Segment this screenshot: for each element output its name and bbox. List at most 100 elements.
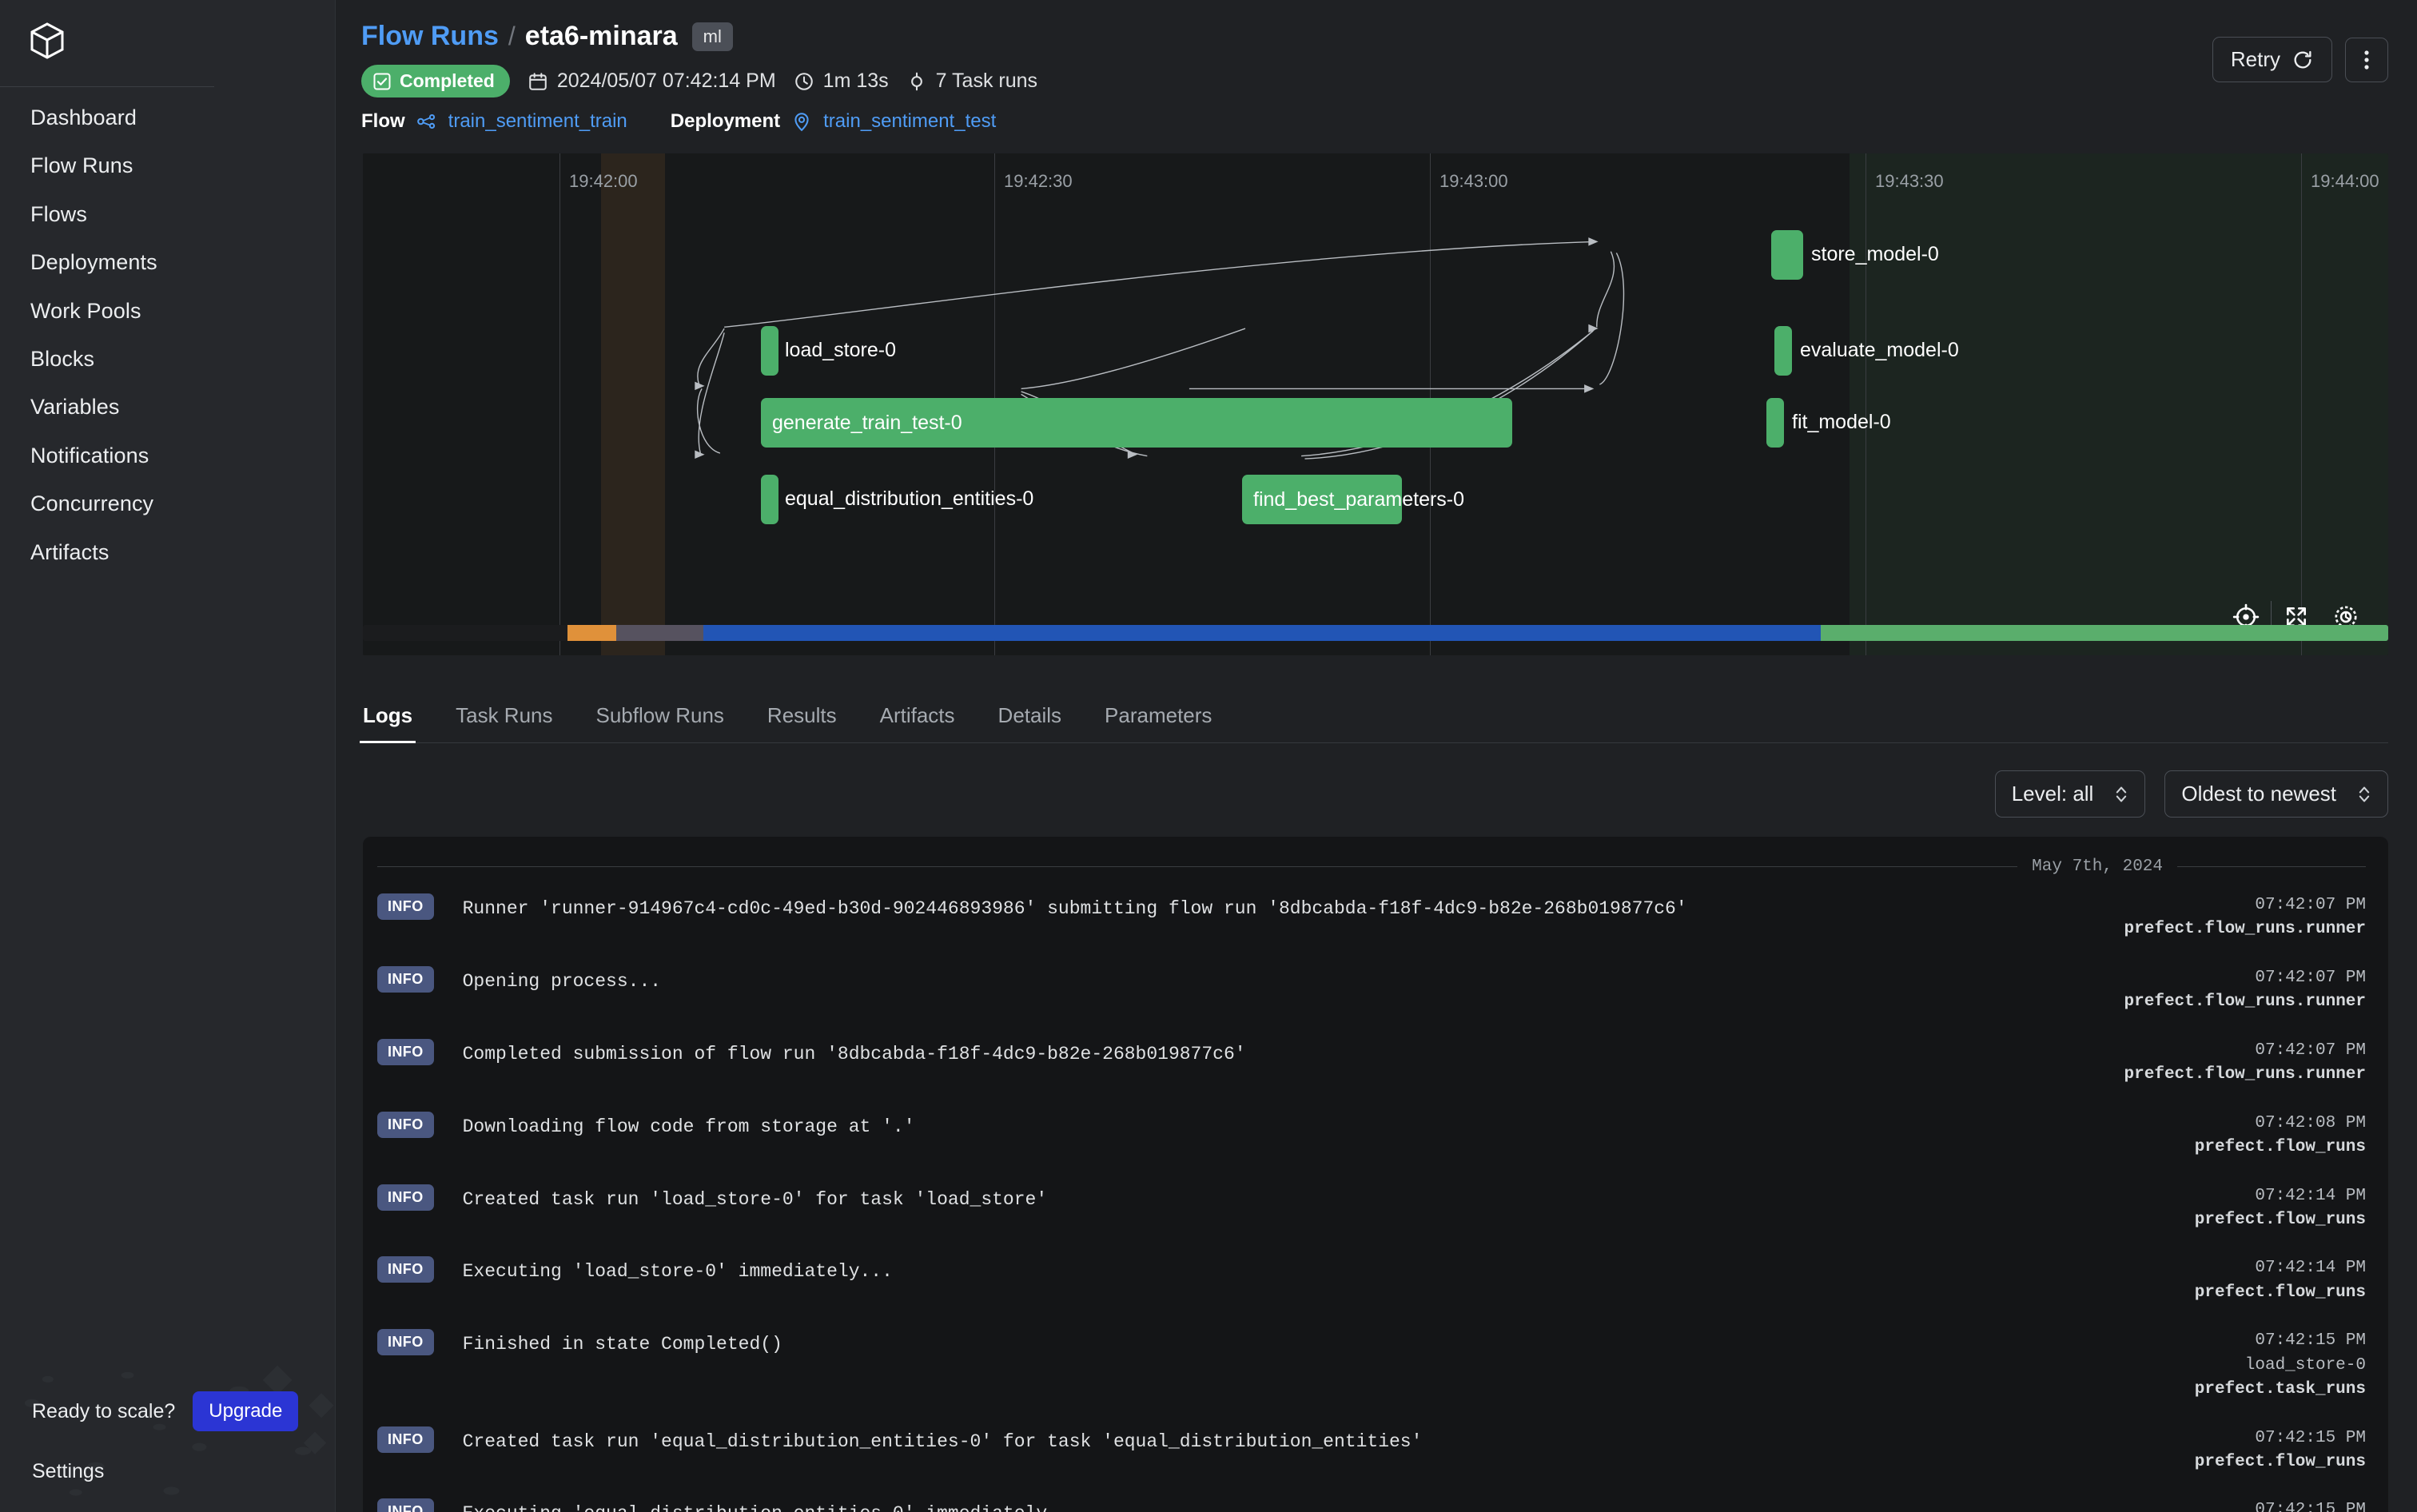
log-meta: 07:42:08 PM prefect.flow_runs [2126,1110,2366,1160]
log-timestamp: 07:42:15 PM [2255,1428,2366,1447]
log-timestamp: 07:42:07 PM [2255,968,2366,987]
log-message: Executing 'equal_distribution_entities-0… [434,1497,2126,1512]
log-level-badge: INFO [377,1111,434,1138]
more-options-button[interactable] [2345,37,2388,82]
log-row[interactable]: INFO Finished in state Completed() 07:42… [363,1316,2388,1413]
sidebar-item-label: Blocks [30,346,95,371]
duration-chip: 1m 13s [794,70,889,93]
sidebar-item-dashboard[interactable]: Dashboard [0,94,335,141]
task-node-generate-train-test[interactable]: generate_train_test-0 [761,398,1512,448]
tag-badge[interactable]: ml [691,22,733,51]
sidebar-item-variables[interactable]: Variables [0,383,335,431]
sidebar-item-label: Notifications [30,443,149,468]
breadcrumb: Flow Runs / eta6-minara ml [361,21,2385,52]
log-timestamp: 07:42:07 PM [2255,1040,2366,1060]
log-sort-select[interactable]: Oldest to newest [2164,770,2388,818]
divider-line [2177,866,2366,867]
status-badge-label: Completed [400,70,495,91]
tab-subflow-runs[interactable]: Subflow Runs [596,703,724,742]
prefect-logo-icon [30,22,64,59]
sidebar-item-settings[interactable]: Settings [0,1455,335,1488]
sidebar-item-notifications[interactable]: Notifications [0,432,335,479]
task-node-fit-model[interactable] [1766,398,1784,448]
log-level-badge: INFO [377,1184,434,1211]
tab-artifacts[interactable]: Artifacts [880,703,955,742]
log-message: Created task run 'load_store-0' for task… [462,1188,1048,1210]
upgrade-button[interactable]: Upgrade [193,1391,299,1431]
log-level-select[interactable]: Level: all [1994,770,2146,818]
chevron-updown-icon [2359,786,2370,802]
sidebar-item-deployments[interactable]: Deployments [0,238,335,286]
task-runs-chip: 7 Task runs [906,70,1037,93]
task-node-equal-distribution-entities[interactable] [761,475,778,524]
task-node-label: load_store-0 [785,339,896,361]
tab-details[interactable]: Details [998,703,1061,742]
run-timeline-graph[interactable]: 19:42:00 19:42:30 19:43:00 19:43:30 19:4… [363,153,2388,655]
log-row[interactable]: INFO Executing 'equal_distribution_entit… [363,1486,2388,1512]
scrub-segment-idle [363,625,567,641]
sidebar-item-label: Flows [30,201,88,226]
log-row[interactable]: INFO Executing 'load_store-0' immediatel… [363,1243,2388,1316]
app-root: Dashboard Flow Runs Flows Deployments Wo… [0,0,2417,1512]
log-task-name: load_store-0 [2244,1355,2366,1375]
page-title: eta6-minara [524,21,678,51]
check-square-icon [373,73,391,90]
log-meta: 07:42:15 PM prefect.flow_runs [2126,1497,2366,1512]
breadcrumb-parent-link[interactable]: Flow Runs [361,21,499,52]
log-row[interactable]: INFO Completed submission of flow run '8… [363,1026,2388,1099]
logo-container[interactable] [0,0,335,82]
sidebar-item-flow-runs[interactable]: Flow Runs [0,141,335,189]
tab-label: Results [767,703,837,727]
sidebar-item-label: Flow Runs [30,153,133,178]
deployment-name-link[interactable]: train_sentiment_test [823,110,996,133]
retry-button[interactable]: Retry [2212,37,2332,82]
tab-logs[interactable]: Logs [359,703,416,743]
duration-value: 1m 13s [822,70,889,92]
log-row[interactable]: INFO Created task run 'equal_distributio… [363,1414,2388,1486]
log-meta: 07:42:07 PM prefect.flow_runs.runner [2124,965,2366,1015]
tab-results[interactable]: Results [767,703,837,742]
log-meta: 07:42:07 PM prefect.flow_runs.runner [2124,892,2366,942]
divider-line [377,866,2018,867]
log-timestamp: 07:42:15 PM [2255,1331,2366,1351]
log-logger-name: prefect.flow_runs.runner [2124,993,2366,1012]
log-logger-name: prefect.flow_runs [2194,1210,2366,1229]
log-timestamp: 07:42:08 PM [2255,1113,2366,1132]
log-meta: 07:42:14 PM prefect.flow_runs [2126,1255,2366,1305]
log-level-badge: INFO [377,1256,434,1283]
sidebar-item-blocks[interactable]: Blocks [0,335,335,383]
log-row[interactable]: INFO Opening process... 07:42:07 PM pref… [363,953,2388,1026]
sidebar: Dashboard Flow Runs Flows Deployments Wo… [0,0,336,1512]
deployment-pin-icon [794,113,809,132]
sidebar-item-artifacts[interactable]: Artifacts [0,528,335,576]
sidebar-item-concurrency[interactable]: Concurrency [0,479,335,527]
task-node-label: equal_distribution_entities-0 [785,487,1034,510]
task-node-find-best-parameters[interactable]: find_best_parameters-0 [1242,475,1464,524]
detail-tabs: Logs Task Runs Subflow Runs Results Arti… [359,686,2388,743]
log-row[interactable]: INFO Downloading flow code from storage … [363,1099,2388,1172]
log-row[interactable]: INFO Created task run 'load_store-0' for… [363,1172,2388,1244]
logs-list[interactable]: May 7th, 2024 INFO Runner 'runner-914967… [363,837,2388,1512]
log-level-badge: INFO [377,1329,434,1356]
log-message: Downloading flow code from storage at '.… [462,1116,915,1137]
log-sort-value: Oldest to newest [2181,782,2336,806]
timeline-scrubber[interactable] [363,625,2388,641]
tab-task-runs[interactable]: Task Runs [456,703,552,742]
task-node-store-model[interactable] [1771,230,1803,280]
tab-parameters[interactable]: Parameters [1105,703,1212,742]
log-message: Executing 'load_store-0' immediately... [462,1261,893,1283]
start-time-value: 2024/05/07 07:42:14 PM [556,70,776,92]
flow-icon [416,113,435,129]
run-relations-row: Flow train_sentiment_train Deployment tr… [361,110,2385,133]
task-node-evaluate-model[interactable] [1774,326,1792,376]
scrub-segment-running [703,625,1822,641]
log-row[interactable]: INFO Runner 'runner-914967c4-cd0c-49ed-b… [363,881,2388,953]
status-badge: Completed [361,65,510,97]
log-logger-name: prefect.flow_runs.runner [2124,920,2366,939]
sidebar-item-flows[interactable]: Flows [0,190,335,238]
flow-name-link[interactable]: train_sentiment_train [448,110,627,133]
clock-icon [794,72,813,90]
task-node-load-store[interactable] [761,326,778,376]
sidebar-item-work-pools[interactable]: Work Pools [0,287,335,335]
log-timestamp: 07:42:14 PM [2255,1259,2366,1278]
